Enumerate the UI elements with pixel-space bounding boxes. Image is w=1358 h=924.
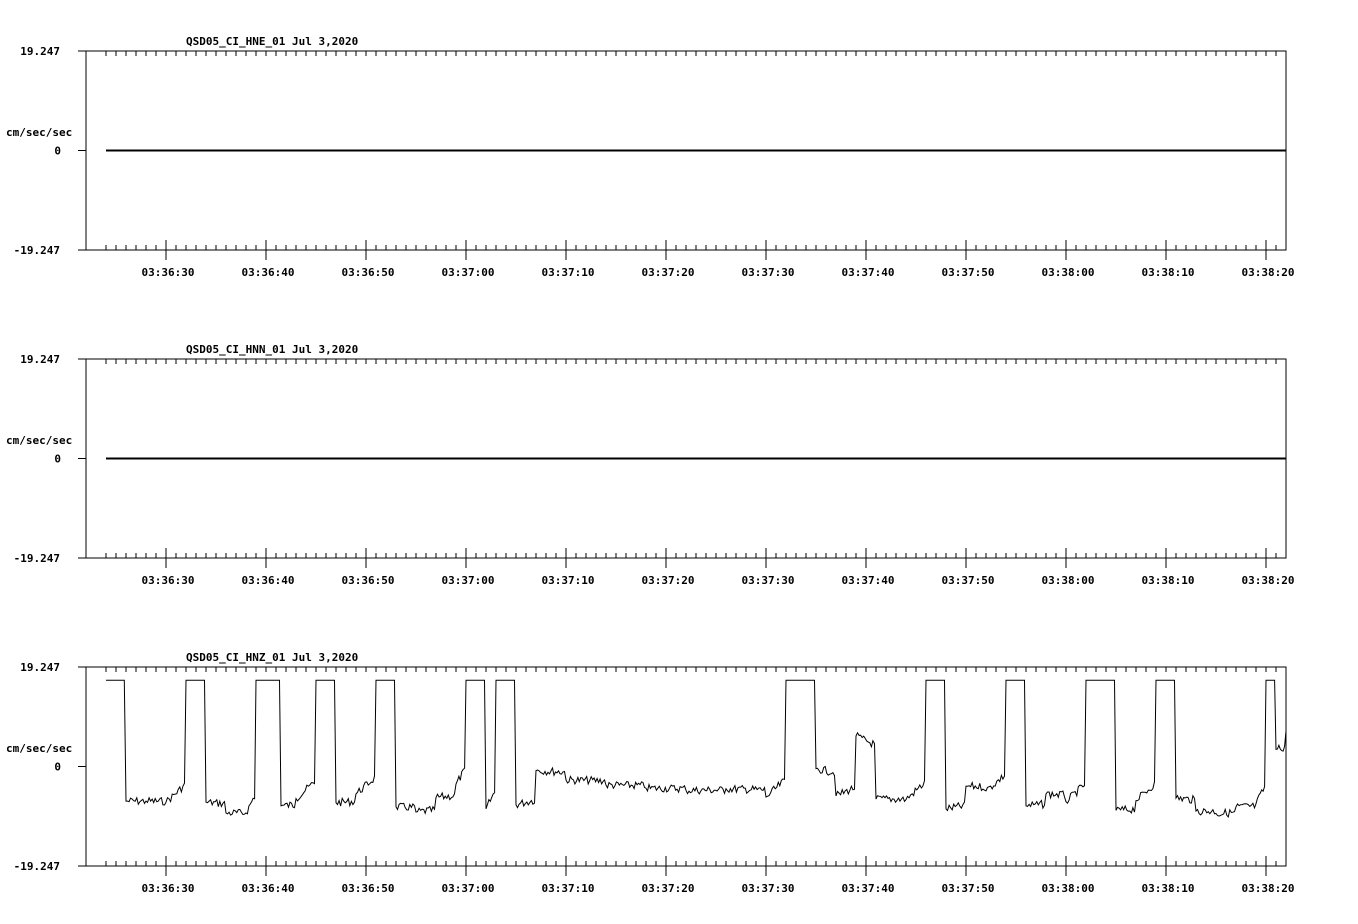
y-min-label: -19.247 (14, 552, 60, 565)
x-tick-label: 03:36:50 (342, 882, 395, 895)
x-tick-label: 03:38:00 (1042, 574, 1095, 587)
y-max-label: 19.247 (20, 353, 60, 366)
x-tick-label: 03:37:50 (942, 882, 995, 895)
plot-frame (85, 666, 1287, 867)
y-min-label: -19.247 (14, 860, 60, 873)
x-tick-label: 03:37:10 (542, 574, 595, 587)
waveform-panel: QSD05_CI_HNZ_01 Jul 3,2020 19.247 cm/sec/s… (6, 651, 1294, 895)
y-zero-label: 0 (54, 145, 61, 158)
seismogram-figure: QSD05_CI_HNE_01 Jul 3,2020 19.247 cm/sec/s… (6, 35, 1294, 895)
x-tick-label: 03:37:50 (942, 574, 995, 587)
x-tick-label: 03:38:20 (1242, 882, 1295, 895)
x-tick-label: 03:38:10 (1142, 574, 1195, 587)
x-tick-label: 03:37:50 (942, 266, 995, 279)
x-tick-label: 03:36:30 (142, 574, 195, 587)
x-tick-label: 03:37:30 (742, 574, 795, 587)
x-tick-label: 03:37:00 (442, 266, 495, 279)
x-tick-label: 03:36:50 (342, 266, 395, 279)
y-unit-label: cm/sec/sec (6, 434, 72, 447)
x-tick-label: 03:37:30 (742, 266, 795, 279)
x-tick-label: 03:36:40 (242, 882, 295, 895)
waveform-trace (106, 679, 1287, 818)
y-zero-label: 0 (54, 453, 61, 466)
x-tick-label: 03:37:10 (542, 882, 595, 895)
waveform-panel: QSD05_CI_HNN_01 Jul 3,2020 19.247 cm/sec/s… (6, 343, 1294, 587)
x-tick-label: 03:36:40 (242, 266, 295, 279)
x-tick-label: 03:37:40 (842, 882, 895, 895)
panel-title: QSD05_CI_HNN_01 Jul 3,2020 (186, 343, 358, 356)
panel-title: QSD05_CI_HNZ_01 Jul 3,2020 (186, 651, 358, 664)
x-tick-label: 03:38:20 (1242, 266, 1295, 279)
x-tick-label: 03:36:50 (342, 574, 395, 587)
x-tick-label: 03:38:00 (1042, 266, 1095, 279)
waveform-panel: QSD05_CI_HNE_01 Jul 3,2020 19.247 cm/sec/s… (6, 35, 1294, 279)
x-tick-label: 03:37:40 (842, 574, 895, 587)
y-max-label: 19.247 (20, 45, 60, 58)
y-unit-label: cm/sec/sec (6, 742, 72, 755)
x-tick-label: 03:38:10 (1142, 266, 1195, 279)
x-tick-label: 03:37:30 (742, 882, 795, 895)
x-tick-label: 03:37:10 (542, 266, 595, 279)
x-tick-label: 03:36:30 (142, 266, 195, 279)
x-tick-label: 03:36:40 (242, 574, 295, 587)
x-tick-label: 03:37:00 (442, 574, 495, 587)
y-max-label: 19.247 (20, 661, 60, 674)
y-zero-label: 0 (54, 761, 61, 774)
x-tick-label: 03:38:00 (1042, 882, 1095, 895)
panel-title: QSD05_CI_HNE_01 Jul 3,2020 (186, 35, 358, 48)
x-tick-label: 03:37:20 (642, 266, 695, 279)
x-tick-label: 03:36:30 (142, 882, 195, 895)
y-unit-label: cm/sec/sec (6, 126, 72, 139)
x-tick-label: 03:37:20 (642, 882, 695, 895)
x-tick-label: 03:38:10 (1142, 882, 1195, 895)
y-min-label: -19.247 (14, 244, 60, 257)
x-tick-label: 03:38:20 (1242, 574, 1295, 587)
x-tick-label: 03:37:40 (842, 266, 895, 279)
x-tick-label: 03:37:20 (642, 574, 695, 587)
x-tick-label: 03:37:00 (442, 882, 495, 895)
